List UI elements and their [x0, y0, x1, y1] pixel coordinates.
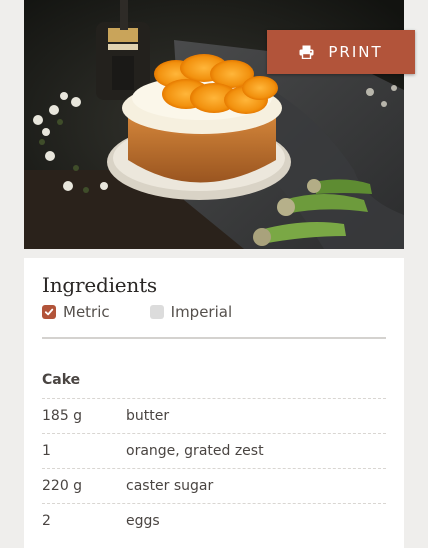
- unit-label-metric: Metric: [63, 303, 110, 321]
- ingredients-title: Ingredients: [42, 273, 157, 297]
- ingredient-section-heading: Cake: [42, 372, 81, 388]
- print-button[interactable]: PRINT: [267, 30, 415, 74]
- ingredient-quantity: 2: [42, 513, 51, 529]
- unit-toggle: Metric Imperial: [42, 303, 232, 321]
- ingredient-quantity: 220 g: [42, 478, 83, 494]
- unit-option-imperial[interactable]: Imperial: [149, 303, 233, 321]
- checkbox-checked-icon[interactable]: [42, 305, 56, 319]
- printer-icon: [299, 45, 314, 59]
- checkbox-unchecked-icon[interactable]: [149, 305, 164, 319]
- ingredients-card: Ingredients Metric Imperial Cake 185 g b…: [24, 258, 404, 548]
- section-divider: [42, 337, 386, 339]
- ingredient-name: caster sugar: [126, 478, 214, 494]
- ingredient-row: 185 g butter: [42, 398, 386, 433]
- ingredient-quantity: 185 g: [42, 408, 83, 424]
- ingredient-row: 1 orange, grated zest: [42, 433, 386, 468]
- ingredient-list: 185 g butter 1 orange, grated zest 220 g…: [42, 398, 386, 538]
- print-button-label: PRINT: [328, 43, 383, 61]
- ingredient-row: 220 g caster sugar: [42, 468, 386, 503]
- ingredient-name: orange, grated zest: [126, 443, 264, 459]
- ingredient-name: eggs: [126, 513, 160, 529]
- unit-option-metric[interactable]: Metric: [42, 303, 110, 321]
- ingredient-quantity: 1: [42, 443, 51, 459]
- unit-label-imperial: Imperial: [170, 303, 233, 321]
- ingredient-row: 2 eggs: [42, 503, 386, 538]
- ingredient-name: butter: [126, 408, 170, 424]
